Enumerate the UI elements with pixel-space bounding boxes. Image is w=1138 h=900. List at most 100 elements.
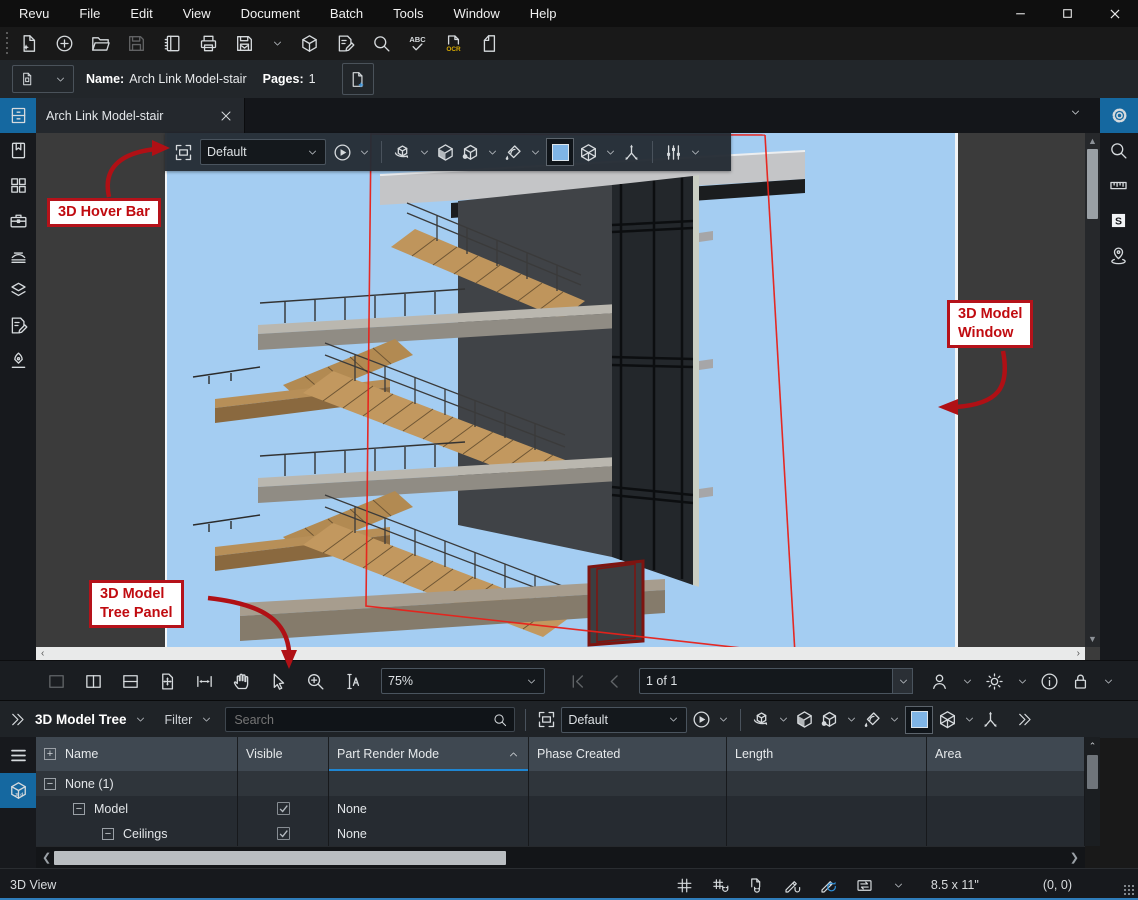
cell-empty[interactable] — [529, 796, 727, 821]
cell-empty[interactable] — [529, 771, 727, 796]
view-preset-select[interactable]: Default — [561, 707, 687, 733]
cell-name[interactable]: −Model — [36, 796, 238, 821]
column-header-length[interactable]: Length — [727, 737, 927, 771]
chevron-down-icon[interactable] — [200, 713, 213, 726]
chevron-down-icon[interactable] — [529, 146, 542, 159]
scroll-right-arrow[interactable]: › — [1077, 647, 1080, 660]
zoom-level-select[interactable]: 75% — [381, 668, 545, 694]
chevron-down-icon[interactable] — [888, 713, 901, 726]
table-scroll-thumb[interactable] — [54, 851, 506, 865]
visible-checkbox[interactable] — [277, 827, 290, 840]
chevron-down-icon[interactable] — [689, 146, 702, 159]
column-header-area[interactable]: Area — [927, 737, 1085, 771]
search-box[interactable] — [225, 707, 515, 732]
background-color-swatch[interactable] — [905, 706, 933, 734]
chevron-down-icon[interactable] — [134, 713, 147, 726]
zoom-in-icon[interactable] — [305, 671, 326, 692]
sidebar-item-sets-stack[interactable] — [0, 238, 36, 273]
sidebar-item-tool-chest[interactable] — [0, 203, 36, 238]
first-page-icon[interactable] — [567, 671, 588, 692]
fit-page-icon[interactable] — [157, 671, 178, 692]
lock-icon[interactable] — [1070, 671, 1091, 692]
chevron-down-icon[interactable] — [1102, 675, 1115, 688]
resize-grip[interactable] — [1123, 884, 1135, 896]
scroll-left-arrow[interactable]: ‹ — [41, 647, 44, 660]
spell-check-icon[interactable]: ABC — [407, 33, 428, 54]
chevron-down-icon[interactable] — [1016, 675, 1029, 688]
paint-render-icon[interactable] — [503, 142, 524, 163]
table-horizontal-scrollbar[interactable]: ❮ ❯ — [36, 846, 1085, 869]
markup-editor-icon[interactable] — [335, 33, 356, 54]
cell-name[interactable]: −Ceilings — [36, 821, 238, 846]
select-cursor-icon[interactable] — [268, 671, 289, 692]
chevron-down-icon[interactable] — [418, 146, 431, 159]
column-header-name[interactable]: +Name — [36, 737, 238, 771]
panel-tab-markup-list[interactable] — [0, 737, 36, 773]
page-setup-icon[interactable] — [479, 33, 500, 54]
chevron-down-icon[interactable] — [358, 146, 371, 159]
orbit-cube-icon[interactable] — [751, 709, 772, 730]
sidebar-item-markups-list[interactable] — [0, 308, 36, 343]
scroll-down-arrow[interactable]: ▼ — [1085, 632, 1100, 646]
menu-window[interactable]: Window — [439, 0, 515, 27]
chevron-down-icon[interactable] — [604, 146, 617, 159]
display-settings-icon[interactable] — [663, 142, 684, 163]
menu-help[interactable]: Help — [515, 0, 572, 27]
chevron-down-icon[interactable] — [892, 879, 905, 892]
orbit-cube-icon[interactable] — [392, 142, 413, 163]
open-session-icon[interactable] — [54, 33, 75, 54]
search-icon[interactable] — [371, 33, 392, 54]
cell-empty[interactable] — [529, 821, 727, 846]
sidebar-item-measurements-pen[interactable] — [0, 343, 36, 378]
horizontal-scrollbar[interactable]: ‹ › — [36, 647, 1085, 660]
swap-pages-icon[interactable] — [855, 876, 874, 895]
tab-close-icon[interactable] — [218, 108, 234, 124]
page-number-input[interactable]: 1 of 1 — [639, 668, 893, 694]
sidebar-item-thumbnails-grid[interactable] — [0, 168, 36, 203]
split-vertical-icon[interactable] — [83, 671, 104, 692]
background-color-swatch[interactable] — [546, 138, 574, 166]
sidebar-item-layers-diamonds[interactable] — [0, 273, 36, 308]
sidebar-item-spaces-pin[interactable] — [1100, 238, 1136, 273]
appearance-box-icon[interactable] — [435, 142, 456, 163]
model-tree-cube-icon[interactable] — [578, 142, 599, 163]
markup-snap-icon[interactable] — [783, 876, 802, 895]
column-header-part-render-mode[interactable]: Part Render Mode — [329, 737, 529, 771]
chevron-down-icon[interactable] — [777, 713, 790, 726]
filter-label[interactable]: Filter — [165, 713, 193, 727]
settings-panel-toggle[interactable] — [1100, 98, 1138, 133]
panel-expand-icon[interactable] — [8, 710, 27, 729]
toolbar-drag-handle[interactable] — [4, 32, 10, 56]
profile-person-icon[interactable] — [929, 671, 950, 692]
cell-empty[interactable] — [927, 771, 1085, 796]
menu-revu[interactable]: Revu — [4, 0, 64, 27]
profiles-notebook-icon[interactable] — [162, 33, 183, 54]
sidebar-item-studio-s[interactable]: S — [1100, 203, 1136, 238]
model-units-icon[interactable] — [460, 142, 481, 163]
collapse-icon[interactable]: − — [73, 803, 85, 815]
chevron-down-icon[interactable] — [717, 713, 730, 726]
sidebar-item-search[interactable] — [1100, 133, 1136, 168]
play-render-icon[interactable] — [332, 142, 353, 163]
cell-empty[interactable] — [927, 796, 1085, 821]
menu-view[interactable]: View — [168, 0, 226, 27]
tab-list-dropdown[interactable] — [1068, 106, 1082, 122]
close-button[interactable] — [1091, 0, 1138, 27]
open-folder-icon[interactable] — [90, 33, 111, 54]
menu-file[interactable]: File — [64, 0, 115, 27]
cell-visible[interactable] — [238, 821, 329, 846]
model-tree-cube-icon[interactable] — [937, 709, 958, 730]
view-preset-select[interactable]: Default — [200, 139, 326, 165]
grid-snap-icon[interactable] — [711, 876, 730, 895]
3d-model-window[interactable] — [165, 133, 957, 647]
info-icon[interactable] — [1039, 671, 1060, 692]
single-pane-icon[interactable] — [46, 671, 67, 692]
save-icon[interactable] — [126, 33, 147, 54]
document-snap-icon[interactable] — [747, 876, 766, 895]
table-row-model[interactable]: −ModelNone — [36, 796, 1085, 821]
chevron-down-icon[interactable] — [486, 146, 499, 159]
table-vertical-scrollbar[interactable]: ⌃ — [1085, 737, 1100, 846]
paint-render-icon[interactable] — [862, 709, 883, 730]
chevron-down-icon[interactable] — [271, 37, 284, 50]
fit-width-icon[interactable] — [194, 671, 215, 692]
